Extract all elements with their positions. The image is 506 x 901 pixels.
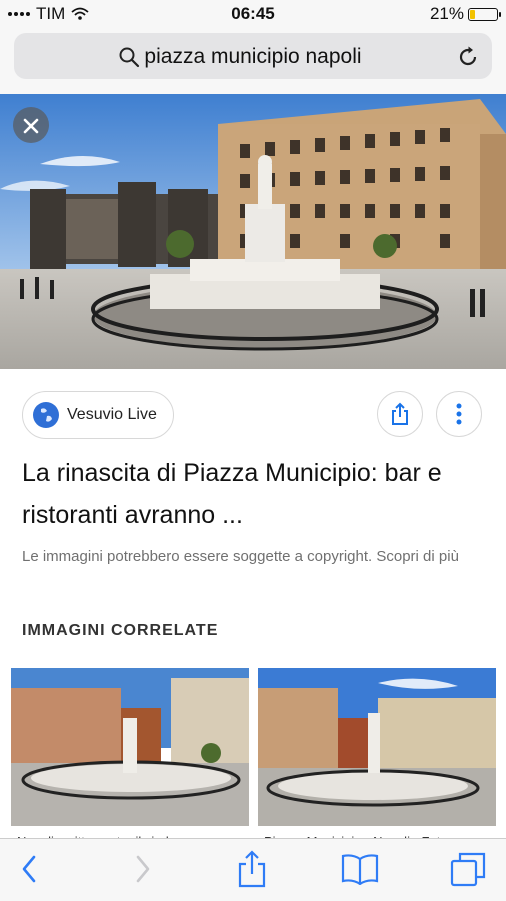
main-image[interactable] — [0, 94, 506, 369]
close-icon — [23, 118, 39, 133]
address-bar-area: piazza municipio napoli — [0, 28, 506, 95]
close-image-button[interactable] — [13, 107, 49, 143]
battery-level — [470, 9, 475, 19]
status-right: 21% — [429, 4, 501, 24]
address-bar[interactable]: piazza municipio napoli — [14, 33, 492, 79]
share-icon — [392, 402, 408, 425]
search-query: piazza municipio napoli — [144, 45, 362, 68]
forward-icon — [136, 855, 150, 883]
fountain-photo — [0, 94, 506, 369]
reload-icon[interactable] — [456, 45, 480, 69]
more-options-button[interactable] — [436, 391, 482, 437]
status-bar: TIM 06:45 21% — [0, 0, 506, 28]
share-icon[interactable] — [236, 849, 268, 889]
battery-icon — [468, 7, 501, 21]
fountain-thumbnail — [258, 668, 496, 826]
back-icon[interactable] — [18, 853, 40, 885]
copyright-notice: Le immagini potrebbero essere soggette a… — [22, 548, 459, 565]
related-image-2[interactable] — [258, 668, 496, 826]
result-title[interactable]: La rinascita di Piazza Municipio: bar e … — [22, 452, 492, 536]
source-chip[interactable]: Vesuvio Live — [22, 391, 174, 439]
source-name: Vesuvio Live — [67, 406, 157, 423]
more-vert-icon — [456, 403, 462, 425]
tabs-icon[interactable] — [450, 851, 486, 887]
battery-percentage: 21% — [429, 4, 464, 23]
fountain-thumbnail — [11, 668, 249, 826]
related-images-heading: IMMAGINI CORRELATE — [22, 622, 219, 639]
globe-icon — [33, 402, 59, 428]
related-image-1[interactable] — [11, 668, 249, 826]
share-button[interactable] — [377, 391, 423, 437]
bookmarks-icon[interactable] — [341, 853, 379, 885]
browser-toolbar — [0, 838, 506, 901]
